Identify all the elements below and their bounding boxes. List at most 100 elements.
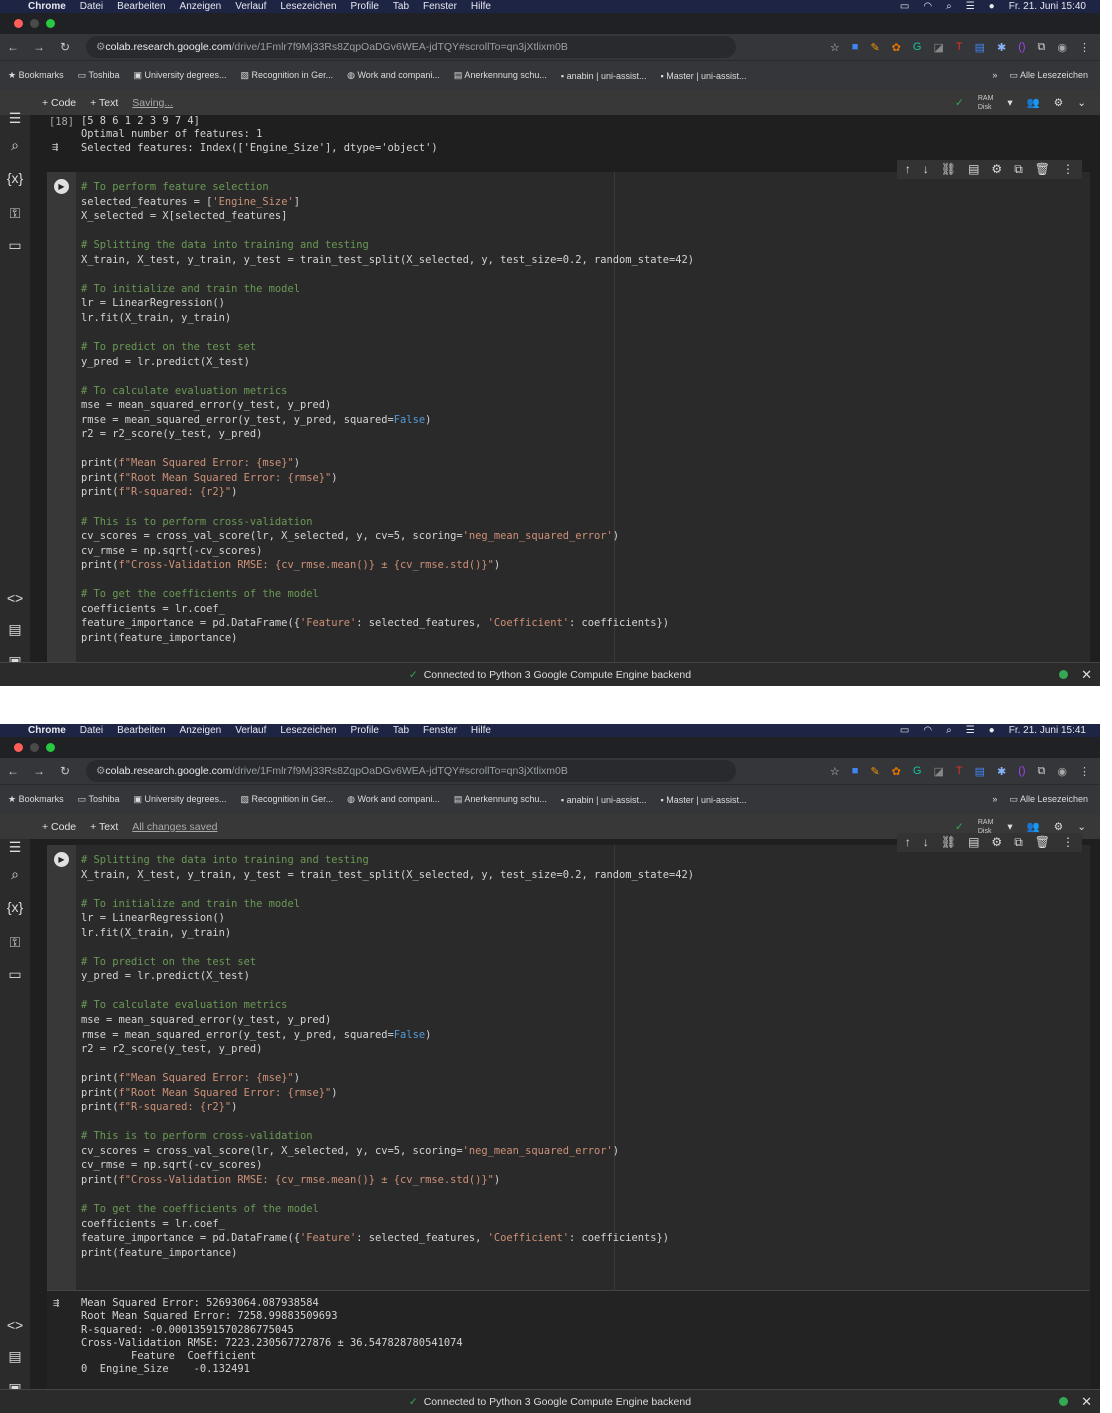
code-cell[interactable]: ▶ ↑ ↓ ⛓ ▤ ⚙ ⧉ 🗑 ⋮ # Splitting the data into train… bbox=[47, 833, 1090, 1290]
extension-gray-icon[interactable]: ◪ bbox=[933, 765, 943, 778]
close-status-icon[interactable]: ✕ bbox=[1081, 667, 1092, 683]
share-icon[interactable]: 👥 bbox=[1027, 820, 1040, 833]
mirror-cell-icon[interactable]: ⧉ bbox=[1014, 162, 1023, 177]
menu-anzeigen[interactable]: Anzeigen bbox=[180, 1, 222, 12]
add-code-button[interactable]: + Code bbox=[42, 821, 76, 833]
bookmark-item[interactable]: ★ Bookmarks bbox=[8, 794, 64, 805]
chrome-menu-icon[interactable]: ⋮ bbox=[1079, 765, 1090, 778]
menu-datei[interactable]: Datei bbox=[80, 1, 103, 12]
spotlight-icon[interactable]: ⌕ bbox=[946, 725, 952, 736]
extension-blue-icon[interactable]: ■ bbox=[852, 765, 859, 778]
extension-icon[interactable]: ✿ bbox=[892, 765, 901, 778]
close-status-icon[interactable]: ✕ bbox=[1081, 1394, 1092, 1410]
menu-chrome[interactable]: Chrome bbox=[28, 725, 66, 736]
minimize-window-button[interactable] bbox=[30, 743, 39, 752]
delete-icon[interactable]: 🗑 bbox=[1035, 835, 1050, 850]
translate-icon[interactable]: ▤ bbox=[975, 765, 985, 778]
move-down-icon[interactable]: ↓ bbox=[923, 835, 929, 850]
files-folder-icon[interactable]: ▭ bbox=[0, 237, 30, 254]
settings-icon[interactable]: ⚙ bbox=[1054, 97, 1063, 109]
siri-icon[interactable]: ● bbox=[989, 725, 995, 736]
add-text-button[interactable]: + Text bbox=[90, 97, 118, 109]
output-toggle-icon[interactable]: ⇶ bbox=[52, 141, 58, 154]
delete-icon[interactable]: 🗑 bbox=[1035, 162, 1050, 177]
link-icon[interactable]: ⛓ bbox=[941, 835, 956, 850]
menu-anzeigen[interactable]: Anzeigen bbox=[180, 725, 222, 736]
extension-purple-icon[interactable]: () bbox=[1018, 765, 1025, 778]
back-icon[interactable]: ← bbox=[0, 40, 26, 54]
table-of-contents-icon[interactable]: ☰ bbox=[0, 110, 30, 127]
more-actions-icon[interactable]: ⋮ bbox=[1062, 835, 1074, 850]
all-bookmarks-button[interactable]: ▭ Alle Lesezeichen bbox=[1009, 70, 1088, 81]
siri-icon[interactable]: ● bbox=[989, 1, 995, 12]
bookmark-item[interactable]: ▣ University degrees... bbox=[133, 70, 226, 81]
more-bookmarks-button[interactable]: » bbox=[992, 794, 997, 805]
output-toggle-icon[interactable]: ⇶ bbox=[53, 1297, 59, 1310]
all-bookmarks-button[interactable]: ▭ Alle Lesezeichen bbox=[1009, 794, 1088, 805]
control-center-icon[interactable]: ☰ bbox=[966, 1, 975, 12]
bookmark-item[interactable]: ▣ University degrees... bbox=[133, 794, 226, 805]
extension-key-icon[interactable]: ✎ bbox=[870, 765, 879, 778]
bookmark-item[interactable]: ▪ Master | uni-assist... bbox=[661, 795, 747, 805]
code-snippets-icon[interactable]: <> bbox=[0, 1317, 30, 1333]
search-icon[interactable]: ⌕ bbox=[0, 137, 30, 154]
more-bookmarks-button[interactable]: » bbox=[992, 70, 997, 81]
menu-bearbeiten[interactable]: Bearbeiten bbox=[117, 725, 165, 736]
search-icon[interactable]: ⌕ bbox=[0, 866, 30, 883]
menu-chrome[interactable]: Chrome bbox=[28, 1, 66, 12]
back-icon[interactable]: ← bbox=[0, 764, 26, 778]
reload-icon[interactable]: ↻ bbox=[52, 764, 78, 778]
bookmark-item[interactable]: ▪ anabin | uni-assist... bbox=[561, 71, 647, 81]
wifi-icon[interactable]: ◠ bbox=[923, 1, 932, 12]
bookmark-star-icon[interactable]: ☆ bbox=[830, 765, 840, 778]
menu-tab[interactable]: Tab bbox=[393, 1, 409, 12]
translate-icon[interactable]: ▤ bbox=[975, 41, 985, 54]
resources-indicator[interactable]: RAM Disk bbox=[978, 94, 994, 112]
spotlight-icon[interactable]: ⌕ bbox=[946, 1, 952, 12]
profile-avatar[interactable]: ◉ bbox=[1057, 765, 1067, 778]
bookmark-star-icon[interactable]: ☆ bbox=[830, 41, 840, 54]
extension-red-icon[interactable]: T bbox=[956, 41, 963, 54]
bookmark-item[interactable]: ◍ Work and compani... bbox=[347, 70, 440, 81]
menu-bearbeiten[interactable]: Bearbeiten bbox=[117, 1, 165, 12]
bookmark-item[interactable]: ▪ Master | uni-assist... bbox=[661, 71, 747, 81]
settings-icon[interactable]: ⚙ bbox=[1054, 821, 1063, 833]
variables-icon[interactable]: {x} bbox=[0, 899, 30, 915]
menu-profile[interactable]: Profile bbox=[351, 1, 379, 12]
menu-lesezeichen[interactable]: Lesezeichen bbox=[280, 1, 336, 12]
menu-verlauf[interactable]: Verlauf bbox=[235, 1, 266, 12]
bookmark-item[interactable]: ▤ Anerkennung schu... bbox=[454, 70, 547, 81]
move-up-icon[interactable]: ↑ bbox=[905, 835, 911, 850]
code-cell[interactable]: ▶ ↑ ↓ ⛓ ▤ ⚙ ⧉ 🗑 ⋮ # To perform feature selection s… bbox=[47, 160, 1090, 662]
menu-hilfe[interactable]: Hilfe bbox=[471, 725, 491, 736]
mirror-cell-icon[interactable]: ⧉ bbox=[1014, 835, 1023, 850]
grammarly-icon[interactable]: G bbox=[913, 765, 922, 778]
extension-icon[interactable]: ✿ bbox=[892, 41, 901, 54]
move-up-icon[interactable]: ↑ bbox=[905, 162, 911, 177]
wifi-icon[interactable]: ◠ bbox=[923, 725, 932, 736]
comment-icon[interactable]: ▤ bbox=[968, 162, 979, 177]
runtime-dropdown-icon[interactable]: ▾ bbox=[1007, 97, 1012, 109]
collapse-header-icon[interactable]: ⌄ bbox=[1077, 97, 1086, 109]
extension-purple-icon[interactable]: () bbox=[1018, 41, 1025, 54]
menu-lesezeichen[interactable]: Lesezeichen bbox=[280, 725, 336, 736]
comment-icon[interactable]: ▤ bbox=[968, 835, 979, 850]
extension-key-icon[interactable]: ✎ bbox=[870, 41, 879, 54]
forward-icon[interactable]: → bbox=[26, 40, 52, 54]
menu-profile[interactable]: Profile bbox=[351, 725, 379, 736]
code-editor[interactable]: # To perform feature selection selected_f… bbox=[81, 180, 694, 646]
menu-fenster[interactable]: Fenster bbox=[423, 725, 457, 736]
bookmark-item[interactable]: ▧ Recognition in Ger... bbox=[241, 70, 334, 81]
bookmark-item[interactable]: ▭ Toshiba bbox=[78, 70, 120, 81]
bookmark-item[interactable]: ▭ Toshiba bbox=[78, 794, 120, 805]
battery-icon[interactable]: ▭ bbox=[900, 1, 909, 12]
bookmark-item[interactable]: ★ Bookmarks bbox=[8, 70, 64, 81]
close-window-button[interactable] bbox=[14, 19, 23, 28]
minimize-window-button[interactable] bbox=[30, 19, 39, 28]
address-bar[interactable]: ⚙ colab.research.google.com/drive/1Fmlr7… bbox=[86, 760, 736, 782]
close-window-button[interactable] bbox=[14, 743, 23, 752]
grammarly-icon[interactable]: G bbox=[913, 41, 922, 54]
control-center-icon[interactable]: ☰ bbox=[966, 725, 975, 736]
more-actions-icon[interactable]: ⋮ bbox=[1062, 162, 1074, 177]
menu-tab[interactable]: Tab bbox=[393, 725, 409, 736]
